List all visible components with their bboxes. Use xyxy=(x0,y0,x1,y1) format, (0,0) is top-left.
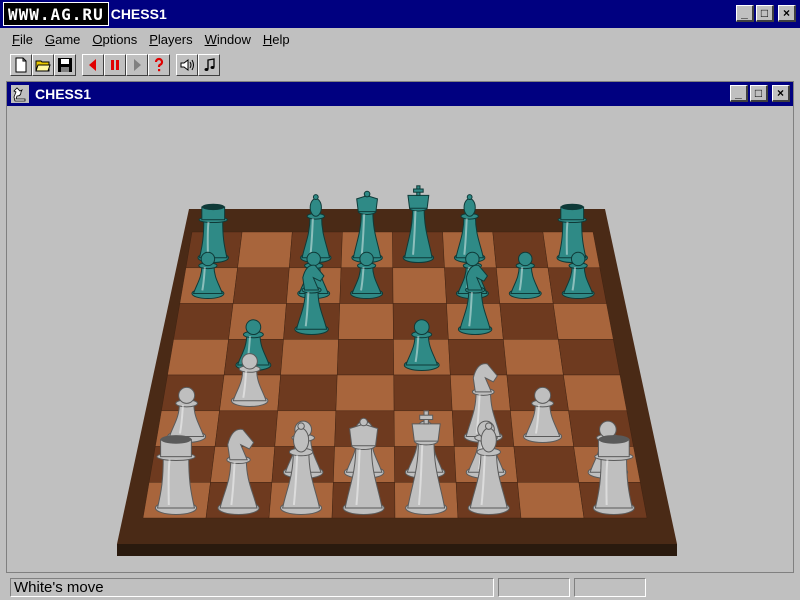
close-button[interactable]: × xyxy=(778,5,796,22)
open-folder-icon xyxy=(35,60,51,72)
playback-button-group xyxy=(82,54,170,76)
maximize-icon: □ xyxy=(754,86,763,100)
board-square-g5[interactable] xyxy=(503,339,564,376)
child-close-button[interactable]: × xyxy=(772,85,790,102)
chess-board[interactable] xyxy=(7,106,793,572)
menu-options[interactable]: Options xyxy=(86,32,143,47)
sound-button-group xyxy=(176,54,220,76)
menu-window[interactable]: Window xyxy=(199,32,257,47)
menu-game-label: ame xyxy=(55,31,81,47)
save-game-button[interactable] xyxy=(54,54,76,76)
speaker-icon xyxy=(180,59,194,71)
menu-window-label: indow xyxy=(216,31,251,47)
new-file-icon xyxy=(15,57,27,73)
file-button-group xyxy=(10,54,76,76)
status-pane-2 xyxy=(498,578,570,597)
menu-file[interactable]: File xyxy=(6,32,39,47)
menu-window-accel: W xyxy=(204,31,217,47)
board-square-e4[interactable] xyxy=(393,374,453,411)
open-game-button[interactable] xyxy=(32,54,54,76)
site-logo-text: WWW.AG.RU xyxy=(8,4,104,24)
toolbar xyxy=(0,51,800,79)
board-square-b8[interactable] xyxy=(237,231,293,269)
menu-file-label: ile xyxy=(19,31,33,47)
board-square-d5[interactable] xyxy=(336,339,395,376)
child-titlebar[interactable]: CHESS1 _ □ × xyxy=(7,82,793,106)
knight-icon xyxy=(11,85,29,103)
board-square-e7[interactable] xyxy=(392,267,447,304)
child-maximize-button[interactable]: □ xyxy=(750,85,768,102)
maximize-icon: □ xyxy=(760,6,769,20)
close-icon: × xyxy=(776,86,784,100)
music-note-icon xyxy=(204,58,215,71)
music-toggle-button[interactable] xyxy=(198,54,220,76)
minimize-button[interactable]: _ xyxy=(736,5,754,22)
board-square-h4[interactable] xyxy=(563,374,628,411)
board-square-a5[interactable] xyxy=(167,339,229,376)
site-logo: WWW.AG.RU xyxy=(3,2,109,26)
new-game-button[interactable] xyxy=(10,54,32,76)
child-title: CHESS1 xyxy=(35,86,92,102)
board-square-g2[interactable] xyxy=(513,446,580,483)
board-area xyxy=(7,106,793,572)
status-message: White's move xyxy=(10,578,494,597)
help-question-icon xyxy=(154,57,164,72)
save-disk-icon xyxy=(58,58,72,72)
board-frame-edge xyxy=(117,544,677,556)
status-pane-3 xyxy=(574,578,646,597)
app-window-controls: _ □ × xyxy=(736,5,796,22)
menubar: File Game Options Players Window Help xyxy=(0,28,800,50)
menu-players[interactable]: Players xyxy=(143,32,198,47)
menu-players-accel: P xyxy=(149,31,158,47)
board-square-h5[interactable] xyxy=(558,339,621,376)
back-arrow-icon xyxy=(89,59,96,71)
menu-help-accel: H xyxy=(262,31,273,47)
close-icon: × xyxy=(782,6,790,20)
board-square-c5[interactable] xyxy=(280,339,339,376)
menu-game-accel: G xyxy=(44,31,56,47)
board-square-b7[interactable] xyxy=(232,267,290,304)
menu-options-label: ptions xyxy=(102,31,138,47)
minimize-icon: _ xyxy=(735,86,742,100)
minimize-icon: _ xyxy=(741,6,748,20)
forward-button[interactable] xyxy=(126,54,148,76)
child-window-controls: _ □ × xyxy=(730,85,790,102)
hint-button[interactable] xyxy=(148,54,170,76)
menu-file-accel: F xyxy=(12,31,20,47)
app-title: CHESS1 xyxy=(110,6,167,22)
menu-options-accel: O xyxy=(92,31,103,47)
board-square-g6[interactable] xyxy=(499,303,559,340)
sound-toggle-button[interactable] xyxy=(176,54,198,76)
forward-arrow-icon xyxy=(134,59,141,71)
take-back-button[interactable] xyxy=(82,54,104,76)
pause-icon xyxy=(111,60,119,70)
child-minimize-button[interactable]: _ xyxy=(730,85,748,102)
menu-players-label: layers xyxy=(157,31,193,47)
menu-help-label: elp xyxy=(272,31,290,47)
app-titlebar[interactable]: WWW.AG.RU CHESS1 _ □ × xyxy=(0,0,800,28)
menu-help[interactable]: Help xyxy=(257,32,296,47)
chess-child-window: CHESS1 _ □ × xyxy=(6,81,794,573)
board-square-a6[interactable] xyxy=(173,303,234,340)
statusbar: White's move xyxy=(0,575,800,600)
pause-button[interactable] xyxy=(104,54,126,76)
menu-game[interactable]: Game xyxy=(39,32,86,47)
board-square-h6[interactable] xyxy=(552,303,614,340)
board-square-g1[interactable] xyxy=(517,482,585,519)
board-square-d6[interactable] xyxy=(338,303,394,340)
board-square-d4[interactable] xyxy=(335,374,395,411)
maximize-button[interactable]: □ xyxy=(756,5,774,22)
board-square-c4[interactable] xyxy=(277,374,338,411)
